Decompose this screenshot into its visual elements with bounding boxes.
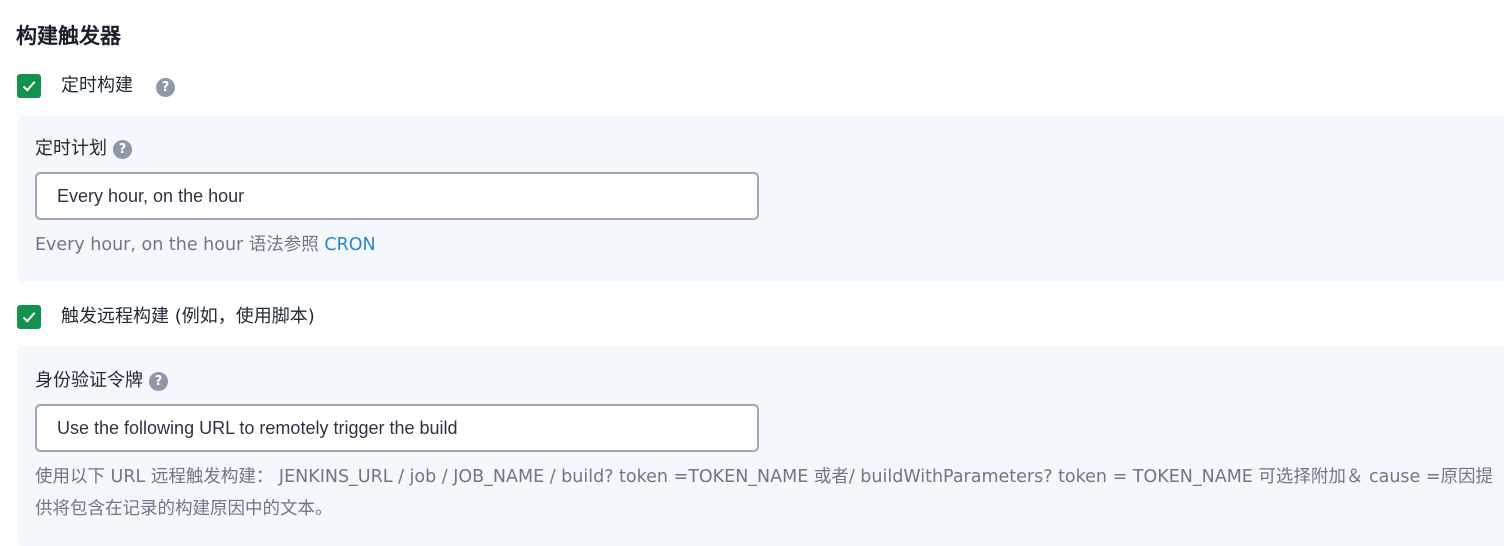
schedule-panel: 定时计划 ? Every hour, on the hour Every hou…: [17, 116, 1504, 282]
cron-link[interactable]: CRON: [324, 235, 375, 255]
question-mark-icon[interactable]: ?: [156, 78, 175, 97]
question-mark-icon[interactable]: ?: [149, 371, 168, 391]
section-title: 构建触发器: [16, 24, 121, 48]
token-label-text: 身份验证令牌: [35, 370, 143, 391]
schedule-label-text: 定时计划: [35, 138, 107, 159]
token-panel: 身份验证令牌 ? Use the following URL to remote…: [17, 346, 1504, 546]
schedule-field-label: 定时计划 ?: [35, 137, 132, 161]
token-input[interactable]: Use the following URL to remotely trigge…: [35, 404, 759, 452]
token-hint: 使用以下 URL 远程触发构建： JENKINS_URL / job / JOB…: [35, 467, 1494, 519]
token-field-label: 身份验证令牌 ?: [35, 369, 168, 393]
checkmark-icon: [22, 81, 36, 92]
remote-trigger-checkbox[interactable]: [17, 305, 41, 329]
scheduled-build-row: 定时构建 ?: [17, 73, 175, 99]
schedule-hint: Every hour, on the hour 语法参照 CRON: [35, 229, 376, 261]
remote-trigger-label[interactable]: 触发远程构建 (例如，使用脚本): [61, 305, 315, 329]
scheduled-build-checkbox[interactable]: [17, 74, 41, 98]
schedule-hint-text: Every hour, on the hour 语法参照: [35, 235, 325, 255]
question-mark-icon[interactable]: ?: [113, 139, 132, 159]
schedule-input[interactable]: Every hour, on the hour: [35, 172, 759, 220]
build-triggers-page: 构建触发器 定时构建 ? 定时计划 ? Every hour, on the h…: [0, 0, 1504, 546]
scheduled-build-label[interactable]: 定时构建: [61, 74, 133, 98]
remote-trigger-row: 触发远程构建 (例如，使用脚本): [17, 304, 315, 330]
checkmark-icon: [22, 312, 36, 323]
